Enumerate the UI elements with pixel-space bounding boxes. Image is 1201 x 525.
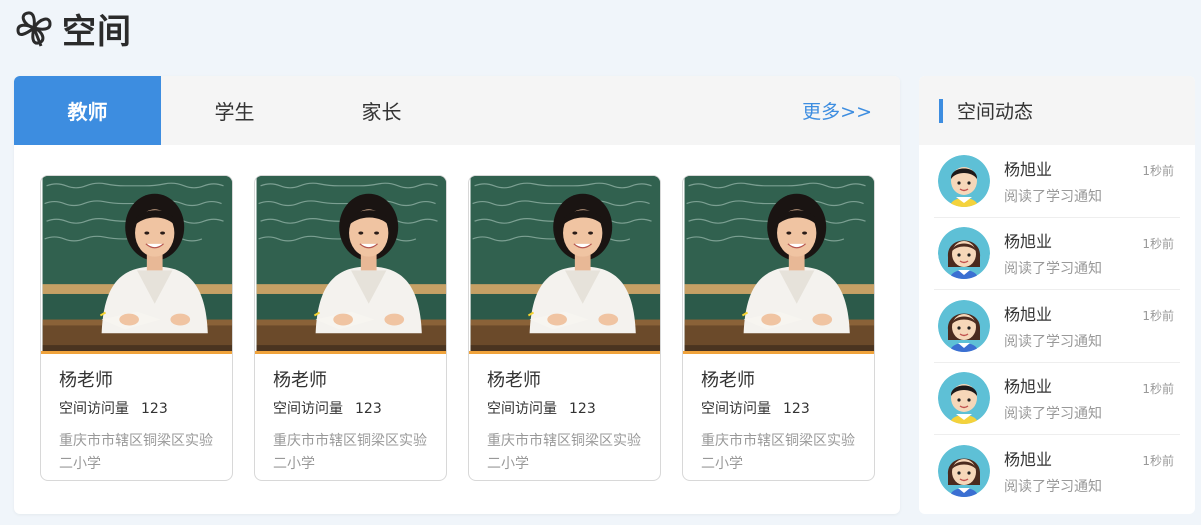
feed-action: 阅读了学习通知 [1004, 333, 1102, 350]
visit-value: 123 [355, 401, 382, 417]
feed-time: 1秒前 [1142, 236, 1174, 251]
visit-label: 空间访问量 [59, 401, 129, 417]
visit-label: 空间访问量 [273, 401, 343, 417]
more-link[interactable]: 更多>> [802, 76, 872, 145]
teacher-photo [469, 176, 660, 354]
visit-value: 123 [569, 401, 596, 417]
page-header: 空间 [14, 6, 132, 52]
teacher-photo [683, 176, 874, 354]
feed-action: 阅读了学习通知 [1004, 261, 1102, 278]
clover-logo-icon [16, 11, 52, 47]
activity-feed: 杨旭业 阅读了学习通知 1秒前 杨旭业 阅读了学习通知 1秒前 杨旭业 阅读了学… [919, 145, 1195, 508]
visit-count: 空间访问量 123 [59, 398, 214, 418]
feed-action: 阅读了学习通知 [1004, 188, 1102, 205]
visit-count: 空间访问量 123 [487, 398, 642, 418]
feed-time: 1秒前 [1142, 164, 1174, 178]
activity-header: 空间动态 [919, 76, 1195, 145]
feed-item[interactable]: 杨旭业 阅读了学习通知 1秒前 [934, 290, 1180, 363]
teacher-card-list: 杨老师 空间访问量 123 重庆市市辖区铜梁区实验二小学 杨老师 空间访问量 123… [40, 175, 875, 481]
teacher-name: 杨老师 [701, 370, 755, 391]
visit-value: 123 [141, 401, 168, 417]
visit-value: 123 [783, 401, 810, 417]
feed-item[interactable]: 杨旭业 阅读了学习通知 1秒前 [934, 218, 1180, 290]
teacher-card[interactable]: 杨老师 空间访问量 123 重庆市市辖区铜梁区实验二小学 [254, 175, 447, 481]
feed-user-name: 杨旭业 [1004, 377, 1053, 397]
teacher-card[interactable]: 杨老师 空间访问量 123 重庆市市辖区铜梁区实验二小学 [682, 175, 875, 481]
feed-time: 1秒前 [1142, 381, 1174, 396]
teacher-card[interactable]: 杨老师 空间访问量 123 重庆市市辖区铜梁区实验二小学 [40, 175, 233, 481]
boy-avatar-icon [938, 154, 990, 207]
school-name: 重庆市市辖区铜梁区实验二小学 [487, 433, 641, 472]
accent-bar [939, 98, 943, 123]
feed-item[interactable]: 杨旭业 阅读了学习通知 1秒前 [934, 145, 1180, 218]
teacher-photo [255, 176, 446, 354]
school-name: 重庆市市辖区铜梁区实验二小学 [273, 433, 427, 472]
feed-time: 1秒前 [1142, 454, 1174, 468]
teacher-name: 杨老师 [273, 370, 327, 391]
feed-user-name: 杨旭业 [1004, 304, 1053, 324]
feed-action: 阅读了学习通知 [1004, 406, 1102, 423]
teacher-card[interactable]: 杨老师 空间访问量 123 重庆市市辖区铜梁区实验二小学 [468, 175, 661, 481]
tab-parent[interactable]: 家长 [308, 76, 455, 145]
role-tabs: 教师 学生 家长 更多>> [14, 76, 900, 145]
feed-user-name: 杨旭业 [1004, 232, 1053, 252]
tab-student[interactable]: 学生 [161, 76, 308, 145]
school-name: 重庆市市辖区铜梁区实验二小学 [701, 433, 855, 472]
feed-user-name: 杨旭业 [1004, 450, 1053, 470]
visit-label: 空间访问量 [487, 401, 557, 417]
tab-teacher[interactable]: 教师 [14, 76, 161, 145]
visit-count: 空间访问量 123 [273, 398, 428, 418]
feed-action: 阅读了学习通知 [1004, 479, 1102, 496]
feed-user-name: 杨旭业 [1004, 159, 1053, 179]
feed-item[interactable]: 杨旭业 阅读了学习通知 1秒前 [934, 435, 1180, 508]
girl-avatar-icon [938, 299, 990, 352]
girl-avatar-icon [938, 445, 990, 498]
visit-label: 空间访问量 [701, 401, 771, 417]
members-panel: 教师 学生 家长 更多>> 杨老师 空间访问量 123 重庆市市辖区铜梁区实验二小… [14, 76, 900, 514]
activity-title: 空间动态 [957, 101, 1034, 123]
girl-avatar-icon [938, 227, 990, 280]
page-title: 空间 [62, 11, 132, 52]
visit-count: 空间访问量 123 [701, 398, 856, 418]
feed-time: 1秒前 [1142, 309, 1174, 323]
teacher-photo [41, 176, 232, 354]
teacher-name: 杨老师 [487, 370, 541, 391]
teacher-name: 杨老师 [59, 370, 113, 391]
activity-panel: 空间动态 杨旭业 阅读了学习通知 1秒前 杨旭业 阅读了学习通知 1秒前 杨旭业… [919, 76, 1195, 514]
feed-item[interactable]: 杨旭业 阅读了学习通知 1秒前 [934, 363, 1180, 435]
boy-avatar-icon [938, 372, 990, 425]
school-name: 重庆市市辖区铜梁区实验二小学 [59, 433, 213, 472]
